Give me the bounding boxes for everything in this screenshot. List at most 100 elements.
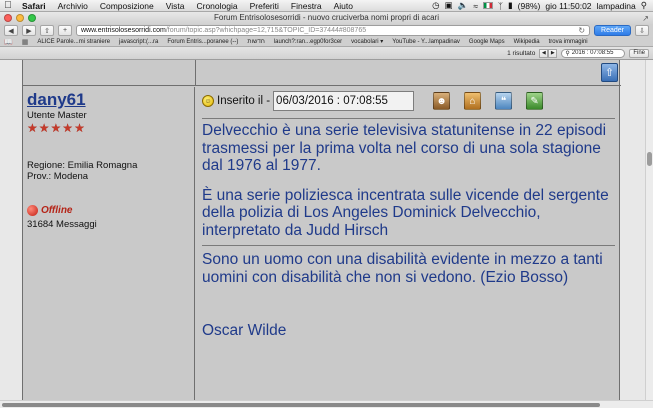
url-host: www.entrisolosesorridi.com xyxy=(81,27,166,34)
bookmark-item[interactable]: Wikipedia xyxy=(514,39,540,45)
display-icon[interactable]: ▣ xyxy=(445,0,453,11)
offline-status-icon xyxy=(27,205,38,216)
author-profile-icon[interactable]: ☻ xyxy=(433,92,451,110)
input-source-flag-icon[interactable] xyxy=(482,2,493,9)
minimize-window-button[interactable] xyxy=(16,14,24,22)
volume-icon[interactable]: 🔈 xyxy=(458,0,469,11)
post-header: ☺ Inserito il - 06/03/2016 : 07:08:55 ☻ … xyxy=(202,89,615,113)
battery-percent: (98%) xyxy=(517,0,541,11)
rank-stars: ★ ★ ★ ★ ★ xyxy=(27,122,190,134)
column-divider xyxy=(195,60,196,86)
magnifier-icon: ⚲ xyxy=(565,50,570,57)
forward-button[interactable]: ▶ xyxy=(22,25,36,36)
web-page: ⇧ dany61 Utente Master ★ ★ ★ ★ ★ Regione: Em… xyxy=(0,60,653,400)
bookmark-item[interactable]: Forum Entris...poranee (--) xyxy=(167,39,238,45)
window-title: Forum Entrisolosesorridi - nuovo crucive… xyxy=(214,13,439,22)
bookmark-item[interactable]: vocabolari ▾ xyxy=(351,38,383,45)
find-next-button[interactable]: ▶ xyxy=(548,48,558,58)
post-body: Delvecchio è una serie televisiva statun… xyxy=(202,122,620,340)
horizontal-scrollbar[interactable] xyxy=(0,400,653,408)
post-author-column: dany61 Utente Master ★ ★ ★ ★ ★ Regione: Emil… xyxy=(23,87,195,400)
author-location: Regione: Emilia Romagna Prov.: Modena xyxy=(27,160,190,182)
menu-finestra[interactable]: Finestra xyxy=(285,0,328,12)
clock[interactable]: gio 11:50:02 xyxy=(545,1,591,11)
reader-button[interactable]: Reader xyxy=(594,25,631,36)
rank-star-icon: ★ xyxy=(27,121,38,135)
battery-icon[interactable]: ▮ xyxy=(508,0,513,11)
url-path: /forum/topic.asp?whichpage=12,715&TOPIC_… xyxy=(165,27,367,34)
bookmark-item[interactable]: trova immagini xyxy=(549,39,588,45)
menu-composizione[interactable]: Composizione xyxy=(94,0,160,12)
rank-star-icon: ★ xyxy=(74,121,85,135)
close-window-button[interactable] xyxy=(4,14,12,22)
menu-aiuto[interactable]: Aiuto xyxy=(328,0,359,12)
find-input[interactable]: ⚲ 2016 : 07:08:55 xyxy=(561,48,626,58)
go-to-top-button[interactable]: ⇧ xyxy=(601,63,618,82)
signature-divider xyxy=(202,245,615,246)
back-button[interactable]: ◀ xyxy=(4,25,18,36)
vertical-scrollbar[interactable] xyxy=(645,60,653,400)
menu-safari[interactable]: Safari xyxy=(16,0,52,12)
inserted-label: Inserito il - xyxy=(217,95,271,107)
show-bookmarks-icon[interactable]: 📖 xyxy=(4,38,13,46)
author-homepage-icon[interactable]: ⌂ xyxy=(464,92,482,110)
menu-archivio[interactable]: Archivio xyxy=(52,0,94,12)
top-sites-icon[interactable]: ▦ xyxy=(22,38,29,46)
find-nav: ◀ ▶ xyxy=(539,48,558,58)
bookmark-item[interactable]: javascript:(...ra xyxy=(119,39,158,45)
quote-reply-icon[interactable]: ❝ xyxy=(495,92,513,110)
bookmark-item[interactable]: ALICE Parole...mi straniere xyxy=(37,39,110,45)
menu-preferiti[interactable]: Preferiti xyxy=(244,0,285,12)
forum-post-table: ⇧ dany61 Utente Master ★ ★ ★ ★ ★ Regione: Em… xyxy=(22,60,621,400)
post-paragraph: È una serie poliziesca incentrata sulle … xyxy=(202,186,609,239)
post-actions: ☻ ⌂ ❝ ✎ xyxy=(433,92,544,110)
edit-post-icon[interactable]: ✎ xyxy=(526,92,544,110)
add-bookmark-button[interactable]: + xyxy=(58,25,72,36)
horizontal-scroll-thumb[interactable] xyxy=(2,403,600,407)
spotlight-search-icon[interactable]: ⚲ xyxy=(641,0,647,11)
find-query: 2016 : 07:08:55 xyxy=(571,50,614,56)
address-bar[interactable]: www.entrisolosesorridi.com /forum/topic.… xyxy=(76,25,591,36)
reload-icon[interactable]: ↻ xyxy=(578,26,585,35)
user-name[interactable]: lampadina xyxy=(597,1,636,11)
signature-quote: Sono un uomo con una disabilità evidente… xyxy=(202,251,603,286)
signature-extra: Oscar Wilde xyxy=(202,322,287,339)
zoom-window-button[interactable] xyxy=(28,14,36,22)
bookmark-item[interactable]: Google Maps xyxy=(469,39,505,45)
vertical-scroll-thumb[interactable] xyxy=(647,152,652,166)
author-username[interactable]: dany61 xyxy=(27,90,190,109)
previous-post-row: ⇧ xyxy=(23,60,621,86)
menu-bar:  Safari Archivio Composizione Vista Cro… xyxy=(0,0,653,12)
menu-cronologia[interactable]: Cronologia xyxy=(190,0,243,12)
author-status: Offline xyxy=(27,205,190,216)
bookmark-item[interactable]: חדשות xyxy=(247,39,264,45)
author-rank: Utente Master xyxy=(27,110,87,121)
post-datetime: 06/03/2016 : 07:08:55 xyxy=(273,91,415,111)
status-label: Offline xyxy=(41,205,73,216)
bookmark-item[interactable]: YouTube - Y...lampadinav xyxy=(392,39,460,45)
find-previous-button[interactable]: ◀ xyxy=(539,48,549,58)
author-province: Prov.: Modena xyxy=(27,171,89,182)
window-title-bar: Forum Entrisolosesorridi - nuovo crucive… xyxy=(0,12,653,24)
author-region: Regione: Emilia Romagna xyxy=(27,160,138,171)
find-bar: 1 risultato ◀ ▶ ⚲ 2016 : 07:08:55 Fine xyxy=(0,47,653,60)
browser-toolbar: ◀ ▶ ⇧ + www.entrisolosesorridi.com /foru… xyxy=(0,24,653,37)
header-divider xyxy=(202,118,615,119)
status-area: ◷ ▣ 🔈 ≈ ᛉ ▮ (98%) gio 11:50:02 lampadina… xyxy=(432,0,653,11)
time-machine-icon[interactable]: ◷ xyxy=(432,0,439,11)
downloads-icon[interactable]: ⇩ xyxy=(635,25,649,36)
menu-vista[interactable]: Vista xyxy=(160,0,191,12)
share-button[interactable]: ⇧ xyxy=(40,25,54,36)
find-result-count: 1 risultato xyxy=(507,49,536,57)
rank-star-icon: ★ xyxy=(38,121,50,135)
find-done-button[interactable]: Fine xyxy=(629,48,649,58)
rank-star-icon: ★ xyxy=(62,121,74,135)
window-controls xyxy=(4,14,36,22)
wifi-icon[interactable]: ≈ xyxy=(473,1,478,11)
arrow-up-icon: ⇧ xyxy=(604,67,615,79)
bookmark-item[interactable]: launch?:ran...egp0for3cer xyxy=(274,39,342,45)
bluetooth-icon[interactable]: ᛉ xyxy=(498,1,503,11)
author-message-count: 31684 Messaggi xyxy=(27,219,97,230)
post-paragraph: Delvecchio è una serie televisiva statun… xyxy=(202,122,607,174)
apple-menu-icon[interactable]:  xyxy=(0,0,16,11)
